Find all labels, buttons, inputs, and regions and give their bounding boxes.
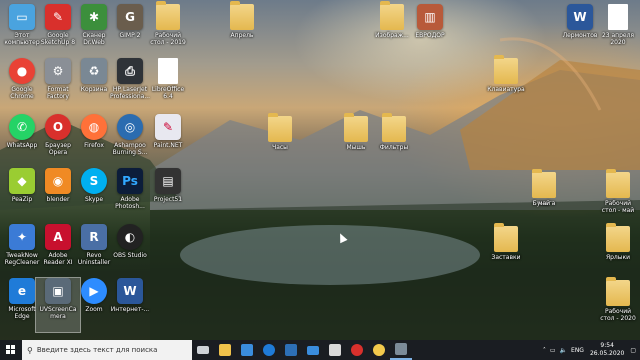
sketchup-icon: ✎ — [45, 4, 71, 30]
folder-icon — [494, 223, 518, 252]
desktop-icon-project51[interactable]: ▤ Project51 — [146, 168, 190, 222]
file-explorer-icon — [219, 344, 231, 356]
ashampoo-icon: ◎ — [117, 114, 143, 140]
folder-icon — [606, 277, 630, 306]
adobe-reader-icon: A — [45, 224, 71, 250]
document-icon — [608, 4, 628, 30]
folder-icon — [606, 169, 630, 198]
volume-icon[interactable]: 🔈 — [560, 347, 567, 354]
folder-icon — [494, 55, 518, 84]
chevron-up-icon[interactable]: ˄ — [543, 347, 546, 354]
taskbar-edge[interactable] — [258, 340, 280, 360]
taskbar: ⚲ Введите здесь текст для поиска ˄ ▭ 🔈 E… — [0, 340, 640, 360]
word-doc-icon: W — [117, 278, 143, 304]
search-placeholder: Введите здесь текст для поиска — [36, 346, 158, 354]
libreoffice-icon — [158, 58, 178, 84]
language-indicator[interactable]: ENG — [571, 347, 584, 354]
desktop-icon-shortcuts[interactable]: Ярлыки — [596, 223, 640, 280]
printer-icon: ⎙ — [117, 58, 143, 84]
desktop-icon-folder-2019[interactable]: Рабочий стол - 2019 — [146, 1, 190, 58]
start-button[interactable] — [0, 340, 22, 360]
taskbar-calendar[interactable] — [324, 340, 346, 360]
clock[interactable]: 9:54 26.05.2020 — [590, 342, 624, 358]
edge-icon: e — [9, 278, 35, 304]
paintnet-icon: ✎ — [155, 114, 181, 140]
desktop-icon-desktop-2020[interactable]: Рабочий стол - 2020 — [596, 277, 640, 334]
blender-icon: ◉ — [45, 168, 71, 194]
desktop-icon-paintnet[interactable]: ✎ Paint.NET — [146, 114, 190, 168]
edge-icon — [263, 344, 275, 356]
revo-icon: R — [81, 224, 107, 250]
calendar-icon — [329, 344, 341, 356]
zoom-icon: ▶ — [81, 278, 107, 304]
clock-date: 26.05.2020 — [589, 350, 625, 357]
drweb-icon: ✱ — [81, 4, 107, 30]
desktop-icon-internet-doc[interactable]: W Интернет-... — [108, 278, 152, 332]
folder-icon — [382, 113, 406, 142]
desktop-icon-obs[interactable]: ◐ OBS Studio — [108, 224, 152, 278]
search-icon: ⚲ — [27, 345, 33, 355]
formatfactory-icon: ⚙ — [45, 58, 71, 84]
uvscreencamera-icon: ▣ — [45, 278, 71, 304]
folder-icon — [268, 113, 292, 142]
taskbar-file-explorer[interactable] — [214, 340, 236, 360]
network-icon[interactable]: ▭ — [550, 347, 556, 354]
uvscreencamera-icon — [395, 343, 407, 355]
whatsapp-icon: ✆ — [9, 114, 35, 140]
desktop-icon-evrodor[interactable]: ▥ ЕВРОДОР — [408, 4, 452, 58]
desktop-icon-desktop-may[interactable]: Рабочий стол - май — [596, 169, 640, 226]
desktop-icon-libreoffice[interactable]: LibreOffice 6.4 — [146, 58, 190, 112]
desktop-icon-april-23[interactable]: 23 апреля 2020 — [596, 4, 640, 58]
system-tray: ˄ ▭ 🔈 ENG 9:54 26.05.2020 ▢ — [543, 340, 636, 360]
clock-time: 9:54 — [600, 342, 614, 349]
folder-icon — [156, 1, 180, 30]
computer-icon: ▭ — [9, 4, 35, 30]
taskbar-yandex[interactable] — [368, 340, 390, 360]
firefox-icon: ◍ — [81, 114, 107, 140]
folder-icon — [230, 1, 254, 30]
recycle-bin-icon: ♻ — [81, 58, 107, 84]
taskbar-calculator[interactable] — [280, 340, 302, 360]
calculator-icon — [285, 344, 297, 356]
obs-icon: ◐ — [117, 224, 143, 250]
photoshop-icon: Ps — [117, 168, 143, 194]
image-file-icon: ▥ — [417, 4, 443, 30]
taskbar-store[interactable] — [236, 340, 258, 360]
word-doc-icon: W — [567, 4, 593, 30]
desktop-icon-may[interactable]: май — [522, 169, 566, 226]
desktop-icon-screensavers[interactable]: Заставки — [484, 223, 528, 280]
folder-icon — [606, 223, 630, 252]
taskbar-uvscreencamera[interactable] — [390, 340, 412, 360]
mail-icon — [307, 345, 319, 355]
desktop-icon-filters[interactable]: Фильтры — [372, 113, 416, 170]
regcleaner-icon: ✦ — [9, 224, 35, 250]
taskbar-task-view[interactable] — [192, 340, 214, 360]
taskbar-opera[interactable] — [346, 340, 368, 360]
task-view-icon — [197, 346, 209, 354]
taskbar-search[interactable]: ⚲ Введите здесь текст для поиска — [22, 340, 192, 360]
opera-icon: O — [45, 114, 71, 140]
windows-logo-icon — [6, 345, 15, 354]
store-icon — [241, 344, 253, 356]
skype-icon: S — [81, 168, 107, 194]
video-file-icon: ▤ — [155, 168, 181, 194]
notifications-icon[interactable]: ▢ — [630, 347, 636, 354]
mouse-cursor-icon — [336, 231, 348, 244]
taskbar-mail[interactable] — [302, 340, 324, 360]
folder-icon — [380, 1, 404, 30]
desktop-icon-clock[interactable]: Часы — [258, 113, 302, 170]
opera-icon — [351, 344, 363, 356]
desktop-icon-keyboard[interactable]: Клавиатура — [484, 55, 528, 112]
chrome-icon: ● — [9, 58, 35, 84]
folder-icon — [344, 113, 368, 142]
gimp-icon: G — [117, 4, 143, 30]
folder-icon — [532, 169, 556, 198]
peazip-icon: ◆ — [9, 168, 35, 194]
desktop-icon-april[interactable]: Апрель — [220, 1, 264, 58]
yandex-icon — [373, 344, 385, 356]
